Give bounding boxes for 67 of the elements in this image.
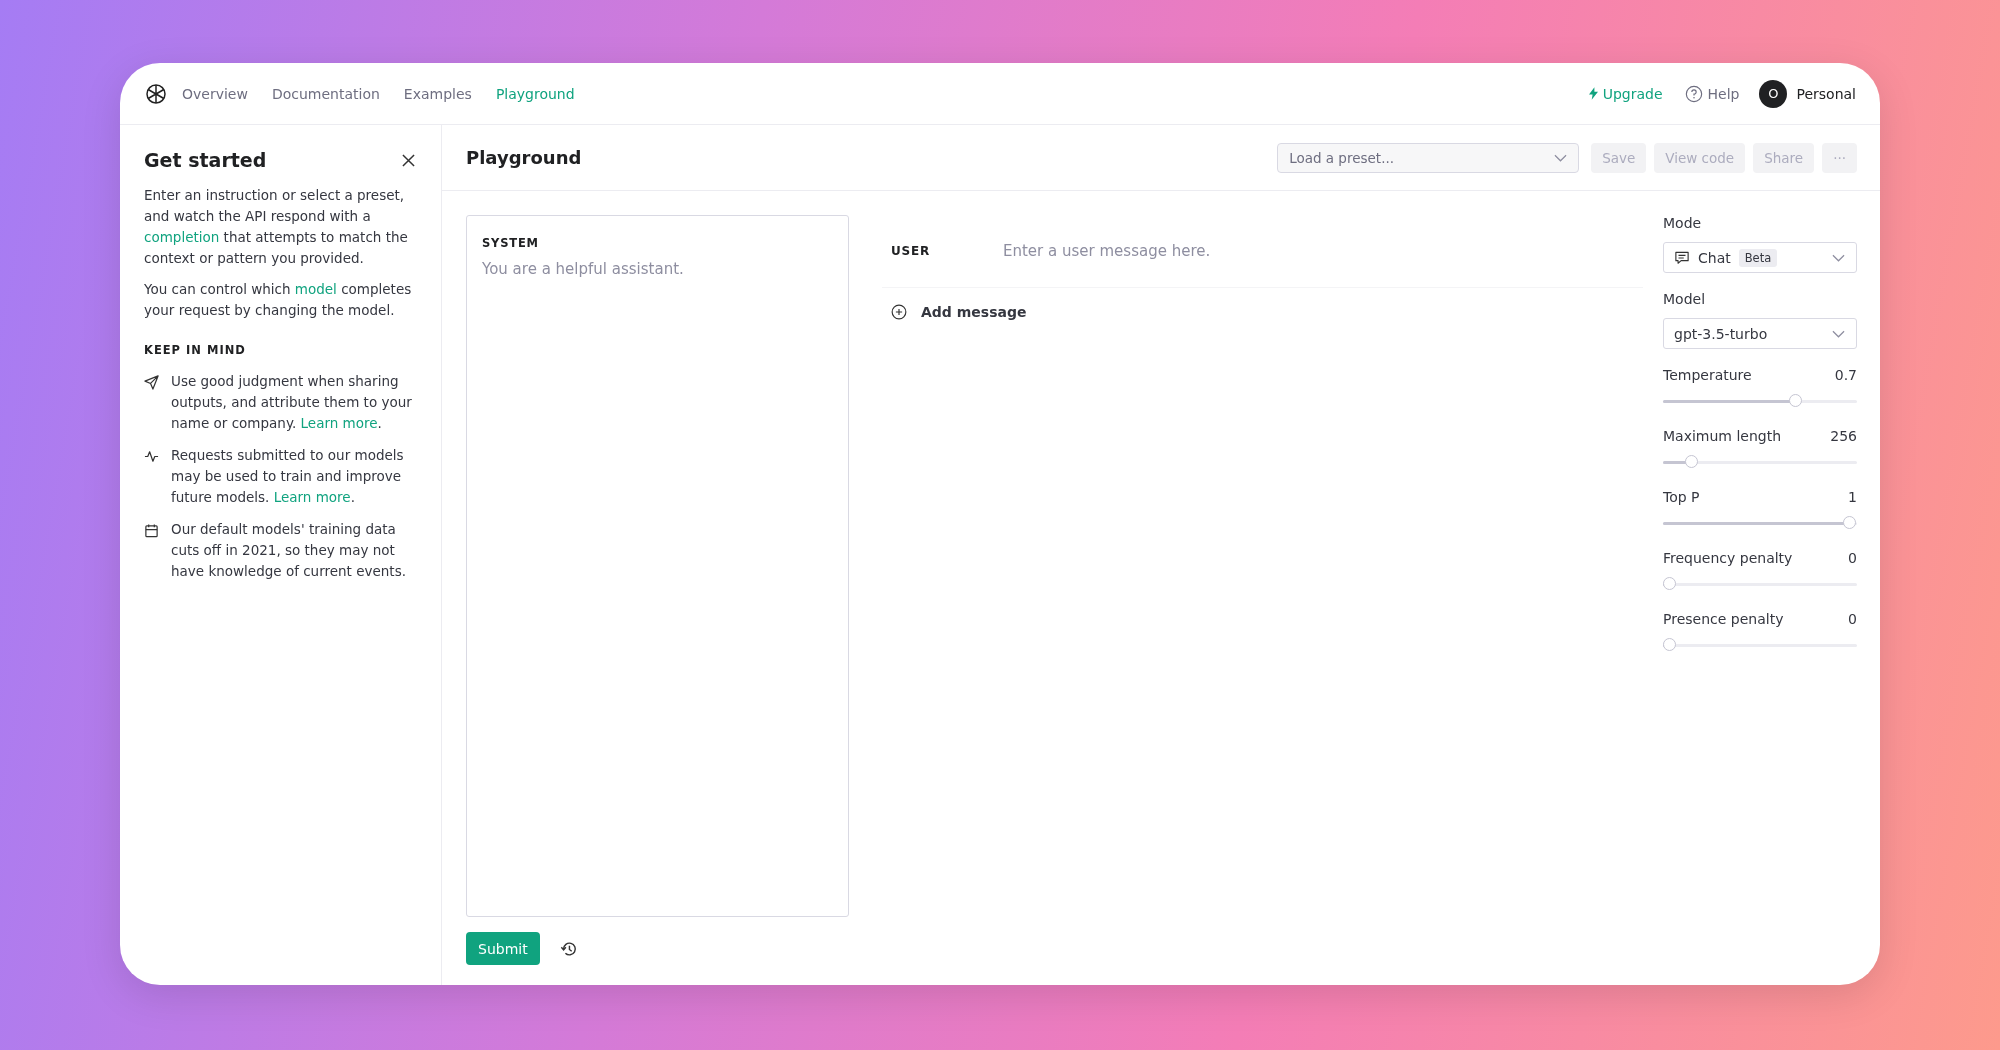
bolt-icon: [1588, 87, 1598, 100]
paper-plane-icon: [144, 375, 159, 390]
mode-value: Chat: [1698, 249, 1731, 266]
history-icon[interactable]: [559, 939, 578, 958]
slider[interactable]: [1663, 455, 1857, 469]
beta-badge: Beta: [1738, 248, 1778, 267]
intro-paragraph: You can control which model completes your request by changing the model.: [144, 280, 413, 320]
note-text: Use good judgment when sharing outputs, and attribute them to your name or company. Learn more.: [171, 372, 413, 433]
slider-label: Presence penalty: [1663, 611, 1784, 627]
inline-link[interactable]: completion: [144, 229, 220, 245]
slider-label: Top P: [1663, 489, 1700, 505]
slider-value: 0: [1848, 550, 1857, 566]
slider-thumb[interactable]: [1843, 516, 1856, 529]
chat-bubble-icon: [1674, 250, 1690, 265]
nav-tab[interactable]: Playground: [495, 85, 575, 102]
system-label: SYSTEM: [482, 236, 540, 250]
upgrade-link[interactable]: Upgrade: [1588, 85, 1663, 102]
note-text: Requests submitted to our models may be used to train and improve future models. Learn more.: [171, 446, 405, 507]
help-icon: [1684, 84, 1703, 103]
submit-button[interactable]: Submit: [466, 932, 540, 965]
slider-thumb[interactable]: [1663, 638, 1676, 651]
slider-label: Frequency penalty: [1663, 550, 1793, 566]
mode-label: Mode: [1663, 215, 1703, 231]
learn-more-link[interactable]: Learn more: [300, 415, 378, 431]
nav-tab[interactable]: Examples: [403, 85, 472, 102]
preset-dropdown[interactable]: Load a preset...: [1277, 142, 1580, 173]
system-field[interactable]: SYSTEM You are a helpful assistant.: [466, 215, 849, 917]
calendar-icon: [144, 523, 159, 538]
model-value: gpt-3.5-turbo: [1674, 325, 1768, 342]
account-name[interactable]: Personal: [1796, 85, 1856, 102]
mode-dropdown[interactable]: Chat Beta: [1663, 242, 1857, 273]
model-dropdown[interactable]: gpt-3.5-turbo: [1663, 318, 1857, 349]
slider-value: 0: [1848, 611, 1857, 627]
logo-icon: [144, 81, 168, 106]
chevron-down-icon: [1554, 153, 1568, 162]
page-title: Playground: [466, 147, 582, 168]
nav-tab[interactable]: Overview: [182, 85, 248, 102]
note-text: Our default models' training data cuts off in 2021, so they may not have knowledge of current events.: [171, 520, 407, 581]
slider-label: Maximum length: [1663, 428, 1782, 444]
slider[interactable]: [1663, 638, 1857, 652]
sidebar-title: Get started: [144, 149, 267, 171]
slider-value: 0.7: [1834, 367, 1857, 383]
plus-circle-icon: [891, 304, 907, 320]
close-icon[interactable]: [402, 153, 415, 167]
preset-placeholder: Load a preset...: [1289, 149, 1394, 166]
add-message-button[interactable]: Add message: [891, 304, 1643, 320]
intro-paragraph: Enter an instruction or select a preset, and watch the API respond with a completion that attempts to match the context or pattern you provided.: [144, 186, 409, 268]
user-avatar[interactable]: O: [1759, 79, 1788, 108]
inline-link[interactable]: model: [294, 281, 337, 297]
section-heading: KEEP IN MIND: [144, 343, 247, 357]
nav-tab[interactable]: Documentation: [271, 85, 380, 102]
learn-more-link[interactable]: Learn more: [273, 489, 351, 505]
slider-thumb[interactable]: [1663, 577, 1676, 590]
chevron-down-icon: [1832, 253, 1845, 262]
help-link[interactable]: Help: [1684, 84, 1740, 103]
model-label: Model: [1663, 291, 1707, 307]
slider-thumb[interactable]: [1684, 455, 1698, 468]
slider[interactable]: [1663, 516, 1857, 530]
role-label: USER: [891, 244, 932, 258]
slider[interactable]: [1663, 394, 1857, 408]
slider-label: Temperature: [1663, 367, 1752, 383]
slider-value: 256: [1830, 428, 1857, 444]
slider-thumb[interactable]: [1789, 394, 1802, 407]
chevron-down-icon: [1832, 329, 1845, 338]
slider-value: 1: [1848, 489, 1857, 505]
pulse-icon: [144, 449, 159, 464]
slider[interactable]: [1663, 577, 1857, 591]
